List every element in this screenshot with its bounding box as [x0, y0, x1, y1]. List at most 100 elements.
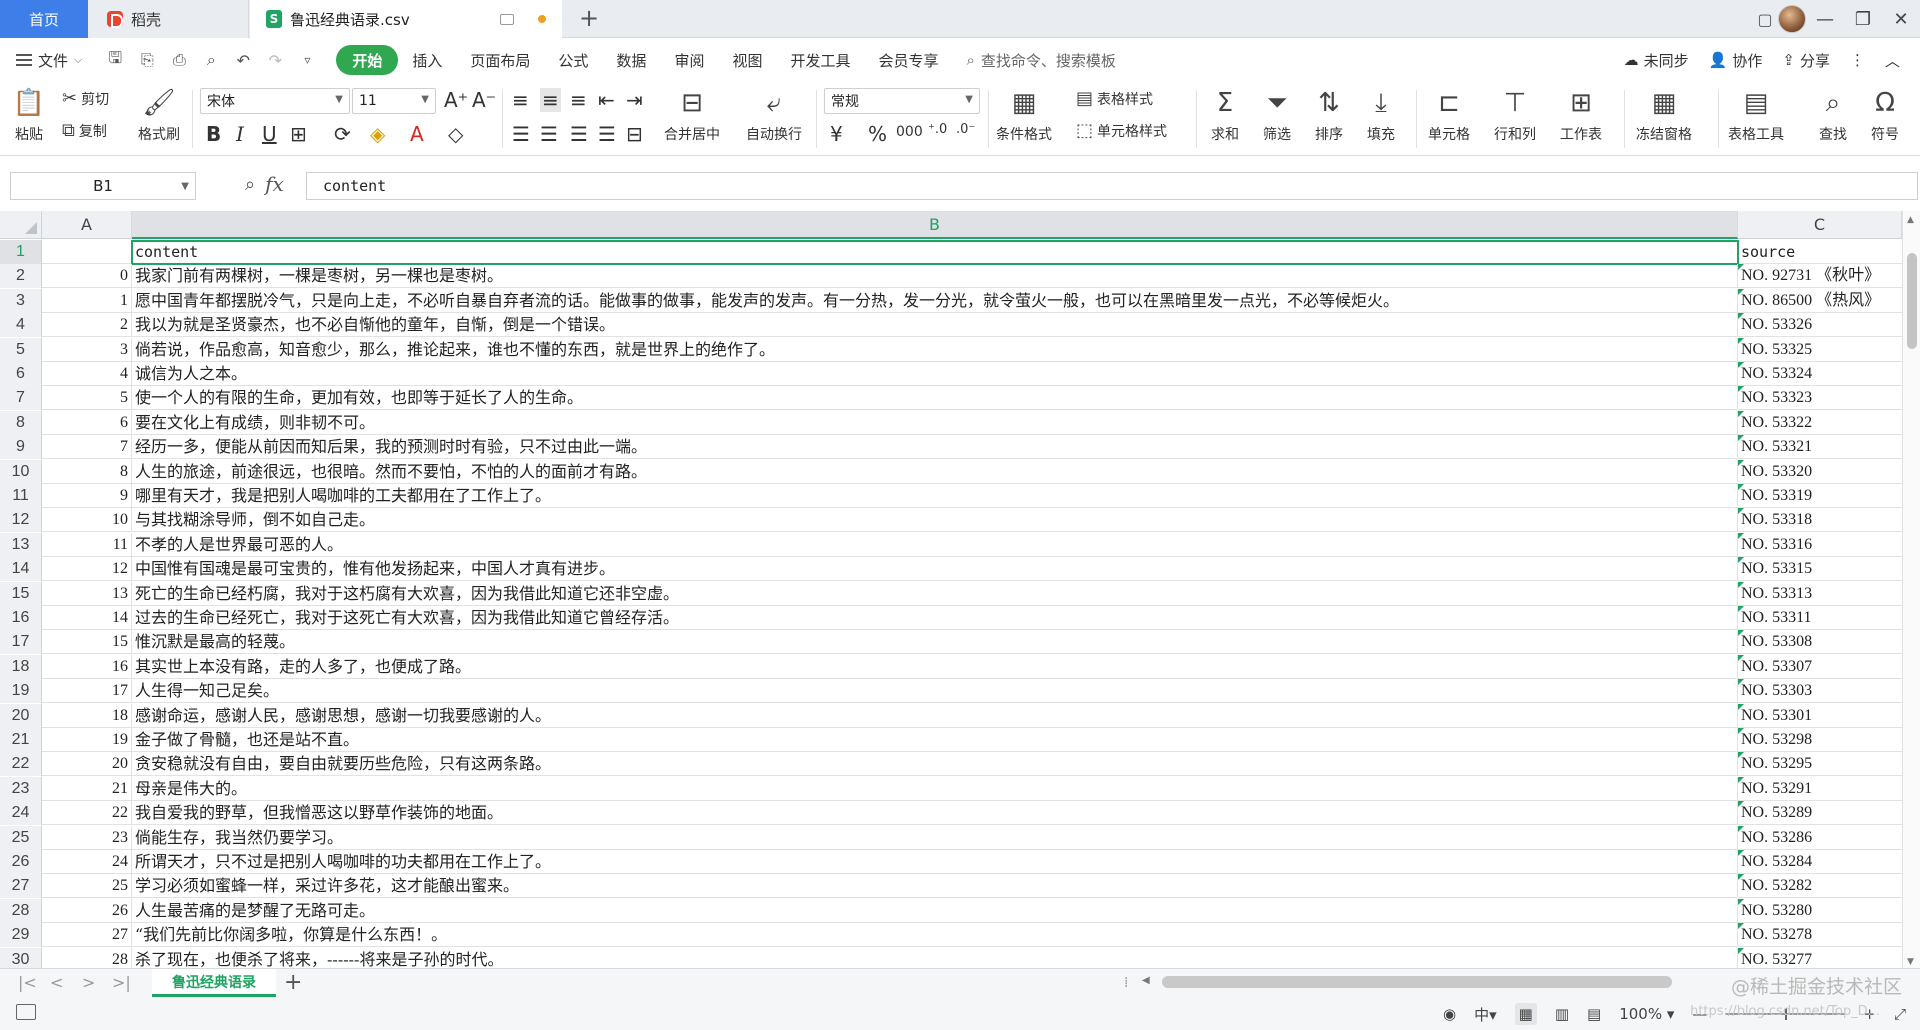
tab-insert[interactable]: 插入 — [398, 45, 456, 75]
tab-page-layout[interactable]: 页面布局 — [456, 45, 544, 75]
undo-icon[interactable]: ↶ — [232, 51, 254, 70]
row-header[interactable]: 19 — [0, 679, 42, 704]
table-row[interactable]: 3 1 愿中国青年都摆脱冷气，只是向上走，不必听自暴自弃者流的话。能做事的做事，能发… — [0, 288, 1902, 313]
collapse-ribbon-button[interactable]: ︿ — [1885, 50, 1900, 71]
cell-a[interactable]: 1 — [42, 288, 132, 313]
cell-c[interactable]: NO. 53325 — [1738, 337, 1902, 362]
cell-b[interactable]: 哪里有天才，我是把别人喝咖啡的工夫都用在了工作上了。 — [132, 484, 1738, 508]
redo-icon[interactable]: ↷ — [264, 51, 286, 70]
cell-b[interactable]: 诚信为人之本。 — [132, 362, 1738, 386]
row-header[interactable]: 11 — [0, 484, 42, 508]
table-row[interactable]: 5 3 倘若说，作品愈高，知音愈少，那么，推论起来，谁也不懂的东西，就是世界上的绝作… — [0, 337, 1902, 362]
tab-view[interactable]: 视图 — [718, 45, 776, 75]
cell-c[interactable]: NO. 53316 — [1738, 532, 1902, 557]
cell-b[interactable]: 贪安稳就没有自由，要自由就要历些危险，只有这两条路。 — [132, 752, 1738, 777]
table-row[interactable]: 9 7 经历一多，便能从前因而知后果，我的预测时时有验，只不过由此一端。 NO. 53… — [0, 435, 1902, 460]
share-button[interactable]: ⇪ 分享 — [1782, 50, 1830, 71]
row-header[interactable]: 7 — [0, 386, 42, 411]
cell-b[interactable]: 使一个人的有限的生命，更加有效，也即等于延长了人的生命。 — [132, 386, 1738, 411]
cell-c[interactable]: NO. 53320 — [1738, 459, 1902, 484]
tab-review[interactable]: 审阅 — [660, 45, 718, 75]
row-header[interactable]: 25 — [0, 825, 42, 850]
cell-b[interactable]: 母亲是伟大的。 — [132, 776, 1738, 801]
row-header[interactable]: 28 — [0, 898, 42, 923]
wrap-text-button[interactable]: ⤶ 自动换行 — [746, 86, 802, 144]
filter-button[interactable]: ⏷ 筛选 — [1260, 86, 1294, 144]
row-header[interactable]: 5 — [0, 337, 42, 362]
cell-a[interactable]: 10 — [42, 508, 132, 533]
cell-c[interactable]: NO. 53289 — [1738, 801, 1902, 825]
cell-c[interactable]: NO. 53295 — [1738, 752, 1902, 776]
cell-b[interactable]: 人生的旅途，前途很远，也很暗。然而不要怕，不怕的人的面前才有路。 — [132, 459, 1738, 484]
cell-a[interactable] — [42, 240, 132, 264]
cell-c[interactable]: NO. 53291 — [1738, 776, 1902, 801]
cell-a[interactable]: 20 — [42, 752, 132, 777]
cell-a[interactable]: 3 — [42, 337, 132, 362]
cell-a[interactable]: 27 — [42, 923, 132, 948]
fill-color-icon[interactable]: ◈ — [370, 122, 385, 146]
row-header[interactable]: 24 — [0, 801, 42, 826]
freeze-panes-button[interactable]: ▦ 冻结窗格 — [1636, 86, 1692, 144]
zoom-out-icon[interactable]: — — [1692, 1005, 1707, 1023]
table-row[interactable]: 28 26 人生最苦痛的是梦醒了无路可走。 NO. 53280 — [0, 898, 1902, 923]
merge-center-button[interactable]: ⊟ 合并居中 — [664, 86, 720, 144]
minimize-button[interactable]: — — [1806, 0, 1844, 38]
font-name-select[interactable]: 宋体 ▼ — [200, 88, 350, 114]
cell-a[interactable]: 0 — [42, 264, 132, 289]
cell-b[interactable]: 所谓天才，只不过是把别人喝咖啡的功夫都用在工作上了。 — [132, 850, 1738, 874]
cell-a[interactable]: 18 — [42, 703, 132, 728]
page-layout-view-icon[interactable]: ▥ — [1555, 1005, 1569, 1023]
cell-a[interactable]: 26 — [42, 898, 132, 923]
table-row[interactable]: 17 15 惟沉默是最高的轻蔑。 NO. 53308 — [0, 630, 1902, 655]
scroll-down-icon[interactable]: ▼ — [1907, 957, 1914, 967]
cell-c[interactable]: NO. 53311 — [1738, 606, 1902, 630]
cell-c[interactable]: NO. 53321 — [1738, 435, 1902, 459]
window-layout-icon[interactable]: ▢ — [1752, 6, 1778, 32]
row-header[interactable]: 15 — [0, 581, 42, 606]
cell-c[interactable]: NO. 53277 — [1738, 947, 1902, 968]
percent-icon[interactable]: % — [868, 122, 887, 146]
cell-b[interactable]: 我自爱我的野草，但我憎恶这以野草作装饰的地面。 — [132, 801, 1738, 826]
table-row[interactable]: 7 5 使一个人的有限的生命，更加有效，也即等于延长了人的生命。 NO. 53323 — [0, 386, 1902, 411]
scroll-up-icon[interactable]: ▲ — [1907, 215, 1914, 225]
zoom-slider[interactable] — [1725, 1008, 1846, 1020]
table-row[interactable]: 8 6 要在文化上有成绩，则非韧不可。 NO. 53322 — [0, 410, 1902, 435]
table-row[interactable]: 11 9 哪里有天才，我是把别人喝咖啡的工夫都用在了工作上了。 NO. 53319 — [0, 484, 1902, 508]
cell-b[interactable]: 中国惟有国魂是最可宝贵的，惟有他发扬起来，中国人才真有进步。 — [132, 557, 1738, 582]
tab-home[interactable]: 首页 — [0, 0, 88, 38]
export-icon[interactable]: ⎘ — [136, 50, 158, 70]
command-search[interactable]: ⌕ 查找命令、搜索模板 — [967, 50, 1116, 71]
cell-c[interactable]: NO. 92731 《秋叶》 — [1738, 264, 1902, 288]
file-menu-button[interactable]: 文件 ⌵ — [16, 50, 82, 71]
last-sheet-icon[interactable]: >| — [112, 973, 131, 992]
next-sheet-icon[interactable]: > — [82, 973, 95, 992]
row-header[interactable]: 12 — [0, 508, 42, 533]
format-painter-button[interactable]: 🖌 格式刷 — [138, 86, 180, 144]
cell-b[interactable]: 其实世上本没有路，走的人多了，也便成了路。 — [132, 654, 1738, 679]
cell-b[interactable]: 与其找糊涂导师，倒不如自己走。 — [132, 508, 1738, 533]
row-header[interactable]: 14 — [0, 557, 42, 582]
sheet-tab-active[interactable]: 鲁迅经典语录 — [152, 969, 276, 997]
sort-button[interactable]: ⇅ 排序 — [1312, 86, 1346, 144]
formula-input[interactable]: content — [306, 172, 1918, 200]
page-break-view-icon[interactable]: ▤ — [1587, 1005, 1601, 1023]
cell-b[interactable]: 不孝的人是世界最可恶的人。 — [132, 532, 1738, 557]
cell-a[interactable]: 13 — [42, 581, 132, 606]
cell-b[interactable]: 愿中国青年都摆脱冷气，只是向上走，不必听自暴自弃者流的话。能做事的做事，能发声的… — [132, 288, 1738, 313]
cell-a[interactable]: 14 — [42, 606, 132, 630]
row-header[interactable]: 18 — [0, 654, 42, 679]
cell-c[interactable]: NO. 53319 — [1738, 484, 1902, 508]
tab-member[interactable]: 会员专享 — [864, 45, 952, 75]
cell-grid[interactable]: 1 content source 2 0 我家门前有两棵树，一棵是枣树，另一棵也是枣树。 N… — [0, 240, 1902, 968]
italic-icon[interactable]: I — [236, 122, 244, 146]
row-header[interactable]: 6 — [0, 362, 42, 386]
cell-a[interactable]: 12 — [42, 557, 132, 582]
row-header[interactable]: 17 — [0, 630, 42, 655]
select-all-corner[interactable] — [0, 211, 42, 239]
number-format-select[interactable]: 常规 ▼ — [824, 88, 980, 114]
normal-view-icon[interactable]: ▦ — [1514, 1003, 1537, 1025]
align-right-icon[interactable]: ☰ — [570, 122, 588, 146]
column-header-c[interactable]: C — [1738, 211, 1902, 239]
tab-developer[interactable]: 开发工具 — [776, 45, 864, 75]
row-header[interactable]: 9 — [0, 435, 42, 460]
